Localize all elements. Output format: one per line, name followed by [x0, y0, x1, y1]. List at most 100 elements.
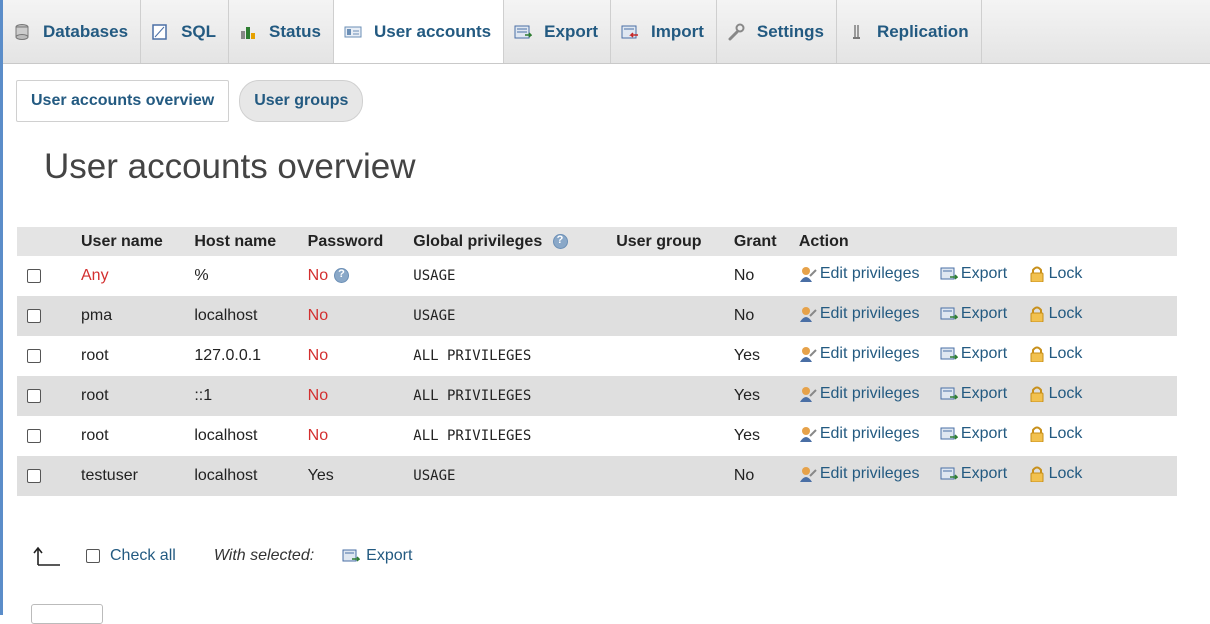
- edit-privileges-label: Edit privileges: [819, 425, 920, 442]
- cell-usergroup: [612, 376, 730, 416]
- cell-grant: No: [729, 256, 795, 296]
- edit-privileges-link[interactable]: Edit privileges: [799, 465, 920, 483]
- edit-privileges-icon: [799, 386, 817, 402]
- export-icon: [940, 386, 959, 402]
- tab-export[interactable]: Export: [504, 0, 611, 63]
- page-title: User accounts overview: [44, 147, 416, 186]
- help-icon[interactable]: [334, 268, 350, 284]
- import-icon: [621, 23, 639, 41]
- tab-settings[interactable]: Settings: [717, 0, 837, 63]
- cell-host: localhost: [190, 416, 304, 456]
- cell-host: localhost: [190, 456, 304, 496]
- cell-user: Any: [77, 256, 191, 296]
- cell-password: Yes: [303, 456, 410, 496]
- lock-link[interactable]: Lock: [1028, 465, 1083, 483]
- cell-grant: No: [729, 456, 795, 496]
- edit-privileges-link[interactable]: Edit privileges: [799, 305, 919, 323]
- cell-actions: Edit privileges Export Lock: [794, 416, 1177, 456]
- lock-icon: [1028, 306, 1046, 323]
- edit-privileges-link[interactable]: Edit privileges: [799, 385, 919, 403]
- replication-icon: [847, 23, 865, 41]
- user-accounts-table: User name Host name Password Global priv…: [17, 227, 1177, 496]
- tab-status[interactable]: Status: [229, 0, 334, 63]
- database-icon: [13, 23, 31, 41]
- lock-link[interactable]: Lock: [1028, 305, 1083, 323]
- edit-privileges-link[interactable]: Edit privileges: [799, 345, 920, 363]
- status-chart-icon: [239, 23, 257, 41]
- row-checkbox[interactable]: [27, 388, 41, 403]
- tab-sql[interactable]: SQL: [141, 0, 230, 63]
- cell-usergroup: [612, 296, 730, 336]
- tab-label: Status: [269, 21, 321, 41]
- cell-user: root: [77, 416, 191, 456]
- lock-label: Lock: [1048, 385, 1083, 402]
- cell-privileges: USAGE: [409, 256, 613, 296]
- lock-label: Lock: [1048, 305, 1083, 322]
- lock-link[interactable]: Lock: [1028, 385, 1083, 403]
- tab-label: User accounts: [373, 21, 492, 41]
- lock-link[interactable]: Lock: [1028, 265, 1082, 283]
- check-all-label[interactable]: Check all: [110, 547, 176, 565]
- bulk-export-button[interactable]: Export: [342, 547, 412, 565]
- cell-privileges: USAGE: [409, 456, 613, 496]
- tab-databases[interactable]: Databases: [3, 0, 142, 63]
- export-icon: [514, 23, 533, 41]
- lock-link[interactable]: Lock: [1028, 345, 1082, 363]
- export-link[interactable]: Export: [940, 385, 1007, 403]
- row-checkbox[interactable]: [27, 308, 41, 323]
- check-all-checkbox[interactable]: [86, 549, 100, 563]
- export-link[interactable]: Export: [940, 265, 1007, 283]
- export-icon: [940, 466, 959, 482]
- subtab-user-accounts-overview[interactable]: User accounts overview: [16, 80, 230, 122]
- cell-usergroup: [612, 336, 730, 376]
- lock-link[interactable]: Lock: [1028, 425, 1082, 443]
- export-label: Export: [960, 305, 1008, 322]
- export-label: Export: [960, 265, 1008, 282]
- lock-icon: [1028, 466, 1046, 483]
- cell-host: localhost: [190, 296, 304, 336]
- edit-privileges-label: Edit privileges: [819, 345, 920, 362]
- tab-label: Settings: [756, 21, 824, 41]
- subtab-user-groups[interactable]: User groups: [239, 80, 364, 122]
- cell-password: No: [303, 336, 410, 376]
- lock-icon: [1028, 386, 1046, 403]
- user-accounts-icon: [344, 23, 362, 41]
- table-row: root ::1 No ALL PRIVILEGES Yes Edit priv…: [17, 376, 1177, 416]
- tab-label: Databases: [43, 21, 129, 41]
- cell-password: No: [303, 416, 410, 456]
- table-row: root 127.0.0.1 No ALL PRIVILEGES Yes Edi…: [17, 336, 1177, 376]
- row-checkbox[interactable]: [27, 428, 41, 443]
- col-host-name: Host name: [190, 227, 304, 256]
- edit-privileges-link[interactable]: Edit privileges: [799, 265, 919, 283]
- edit-privileges-icon: [799, 306, 817, 322]
- row-checkbox[interactable]: [27, 468, 41, 483]
- sql-icon: [151, 23, 169, 41]
- export-link[interactable]: Export: [940, 425, 1007, 443]
- export-link[interactable]: Export: [940, 305, 1007, 323]
- tab-import[interactable]: Import: [611, 0, 717, 63]
- wrench-icon: [727, 23, 745, 41]
- bulk-actions-bar: Check all With selected: Export: [32, 545, 412, 567]
- cell-privileges: ALL PRIVILEGES: [409, 416, 613, 456]
- col-action: Action: [794, 227, 1177, 256]
- tab-user-accounts[interactable]: User accounts: [333, 0, 505, 63]
- tab-label: Replication: [876, 21, 969, 41]
- export-label: Export: [960, 465, 1008, 482]
- lock-icon: [1028, 426, 1046, 443]
- edit-privileges-label: Edit privileges: [819, 465, 920, 482]
- cell-password: No: [303, 256, 410, 296]
- tab-label: SQL: [181, 21, 217, 41]
- edit-privileges-icon: [799, 266, 817, 282]
- table-row: root localhost No ALL PRIVILEGES Yes Edi…: [17, 416, 1177, 456]
- export-link[interactable]: Export: [940, 465, 1007, 483]
- table-row: Any % No USAGE No Edit privileges Export…: [17, 256, 1177, 296]
- row-checkbox[interactable]: [27, 268, 41, 283]
- export-link[interactable]: Export: [940, 345, 1007, 363]
- help-icon[interactable]: [552, 233, 568, 249]
- edit-privileges-link[interactable]: Edit privileges: [799, 425, 920, 443]
- cell-password: No: [303, 296, 410, 336]
- lock-label: Lock: [1048, 465, 1083, 482]
- row-checkbox[interactable]: [27, 348, 41, 363]
- tab-replication[interactable]: Replication: [837, 0, 982, 63]
- partial-button[interactable]: [31, 604, 103, 624]
